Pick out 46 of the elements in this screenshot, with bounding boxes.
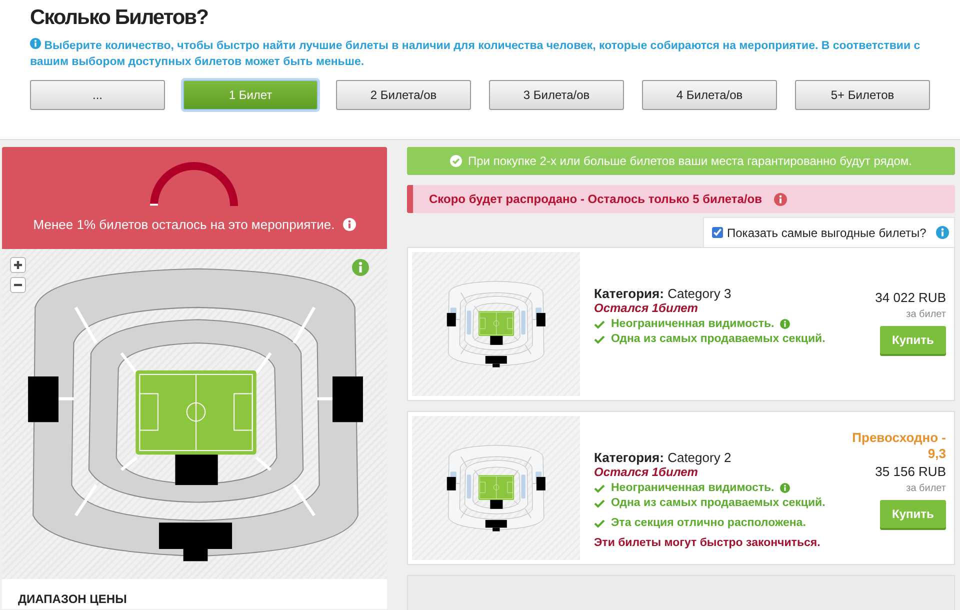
notice-text: Скоро будет распродано - Осталось только 5 билета/ов bbox=[429, 192, 762, 206]
quantity-button[interactable]: 4 Билета/ов bbox=[642, 80, 777, 110]
best-tickets-label[interactable]: Показать самые выгодные билеты? bbox=[727, 226, 926, 240]
per-ticket-text: за билет bbox=[906, 483, 946, 494]
info-icon[interactable] bbox=[780, 483, 790, 493]
best-tickets-checkbox[interactable] bbox=[712, 227, 723, 238]
quantity-button[interactable]: 3 Билета/ов bbox=[489, 80, 624, 110]
feature-text: Эта секция отлично расположена. bbox=[611, 517, 806, 529]
info-icon[interactable] bbox=[774, 192, 787, 206]
category-text: Категория: Category 2 bbox=[594, 450, 732, 465]
page-title: Сколько Билетов? bbox=[30, 5, 209, 31]
info-icon[interactable] bbox=[936, 226, 950, 239]
per-ticket-text: за билет bbox=[906, 309, 946, 320]
info-text: Выберите количество, чтобы быстро найти лучшие билеты в наличии для количества человек, которые собираются на мероприятие. В соответствии с вашим выбором доступных билетов может быть меньше. bbox=[30, 38, 922, 70]
info-icon[interactable] bbox=[30, 38, 41, 49]
minus-icon bbox=[13, 283, 23, 287]
price-range-title: ДИАПАЗОН ЦЕНЫ bbox=[18, 593, 128, 606]
category-text: Категория: Category 3 bbox=[594, 286, 732, 301]
notice-text: При покупке 2-х или больше билетов ваши места гарантированно будут рядом. bbox=[468, 154, 912, 168]
feature-text: Одна из самых продаваемых секций. bbox=[611, 497, 826, 509]
quantity-button[interactable]: 5+ Билетов bbox=[795, 80, 930, 110]
info-icon[interactable] bbox=[780, 319, 790, 329]
info-icon[interactable] bbox=[352, 259, 369, 276]
check-icon bbox=[594, 484, 605, 492]
check-icon bbox=[594, 518, 605, 528]
rating-text: Превосходно - 9,3 bbox=[851, 430, 946, 462]
quantity-button[interactable]: 2 Билета/ов bbox=[336, 80, 471, 110]
quantity-button[interactable]: ... bbox=[30, 80, 165, 110]
availability-message: Менее 1% билетов осталось на это мероприятие. bbox=[33, 217, 335, 232]
price-text: 35 156 RUB bbox=[875, 464, 946, 479]
remaining-text: Остался 1билет bbox=[594, 465, 699, 479]
check-circle-icon bbox=[450, 155, 462, 167]
price-text: 34 022 RUB bbox=[875, 290, 946, 305]
warning-text: Эти билеты могут быстро закончиться. bbox=[594, 537, 820, 549]
info-icon[interactable] bbox=[342, 218, 356, 231]
zoom-out-button[interactable] bbox=[10, 277, 26, 293]
check-icon bbox=[594, 320, 605, 328]
feature-text: Неограниченная видимость. bbox=[611, 318, 774, 330]
feature-text: Неограниченная видимость. bbox=[611, 482, 774, 494]
plus-icon bbox=[13, 260, 23, 270]
feature-text: Одна из самых продаваемых секций. bbox=[611, 333, 826, 345]
check-icon bbox=[594, 334, 605, 344]
remaining-text: Остался 1билет bbox=[594, 301, 699, 315]
check-icon bbox=[594, 498, 605, 508]
zoom-in-button[interactable] bbox=[10, 257, 26, 273]
gauge-icon bbox=[148, 161, 240, 209]
